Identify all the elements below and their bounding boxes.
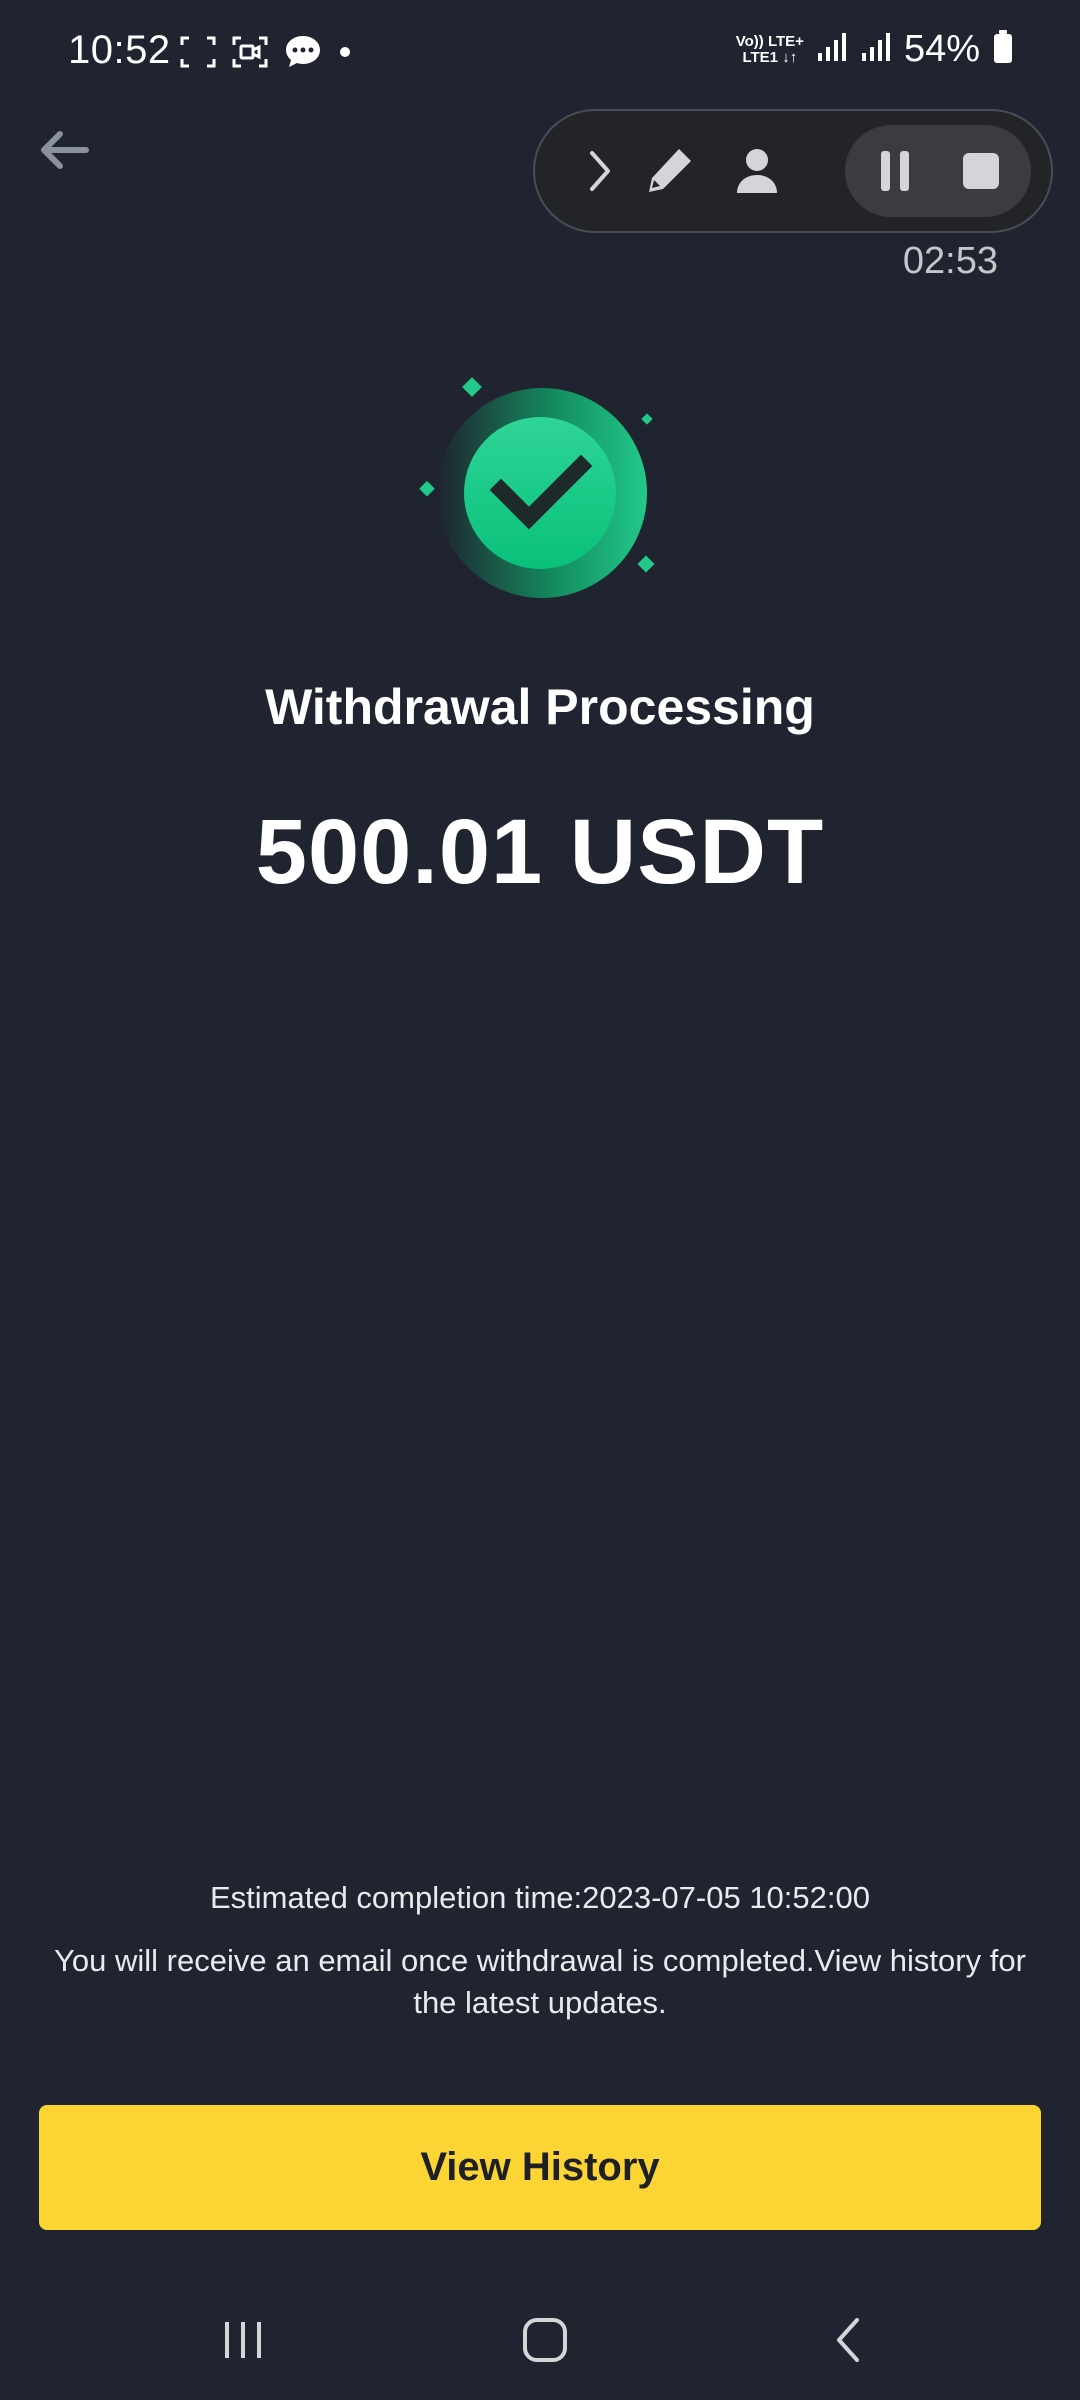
system-nav-bar: [0, 2280, 1080, 2400]
screen-recorder-toolbar: [533, 109, 1053, 233]
estimated-completion-time: Estimated completion time:2023-07-05 10:…: [209, 1880, 870, 1915]
success-check-icon: [405, 360, 675, 630]
back-nav-button[interactable]: [808, 2300, 888, 2380]
status-time: 10:52: [68, 28, 171, 72]
recorder-expand-button[interactable]: [569, 141, 629, 201]
screen-record-icon: [232, 36, 268, 73]
network-type: Vo)) LTE+ LTE1 ↓↑: [735, 32, 804, 66]
email-notice: You will receive an email once withdrawa…: [54, 1943, 1026, 2020]
dot-icon: [338, 45, 352, 64]
person-icon[interactable]: [727, 141, 787, 201]
back-button[interactable]: [34, 120, 94, 180]
status-notification-icons: [180, 34, 352, 75]
status-right: Vo)) LTE+ LTE1 ↓↑ 54%: [736, 28, 1014, 71]
battery-icon: [992, 29, 1014, 70]
recent-apps-button[interactable]: [203, 2300, 283, 2380]
view-history-button[interactable]: View History: [39, 2105, 1041, 2230]
stop-button[interactable]: [951, 141, 1011, 201]
signal-icon-2: [860, 31, 892, 68]
screenshot-icon: [180, 36, 216, 73]
signal-icon: [816, 31, 848, 68]
recorder-controls: [845, 125, 1031, 217]
pencil-icon[interactable]: [639, 141, 699, 201]
home-button[interactable]: [505, 2300, 585, 2380]
status-bar: 10:52 Vo)) LTE+ LTE1 ↓↑ 54%: [0, 0, 1080, 108]
withdrawal-amount: 500.01 USDT: [255, 801, 825, 903]
chat-icon: [284, 34, 322, 75]
battery-percent: 54%: [903, 28, 980, 70]
recording-timer: 02:53: [902, 240, 998, 282]
withdrawal-status-title: Withdrawal Processing: [265, 679, 815, 735]
pause-button[interactable]: [865, 141, 925, 201]
